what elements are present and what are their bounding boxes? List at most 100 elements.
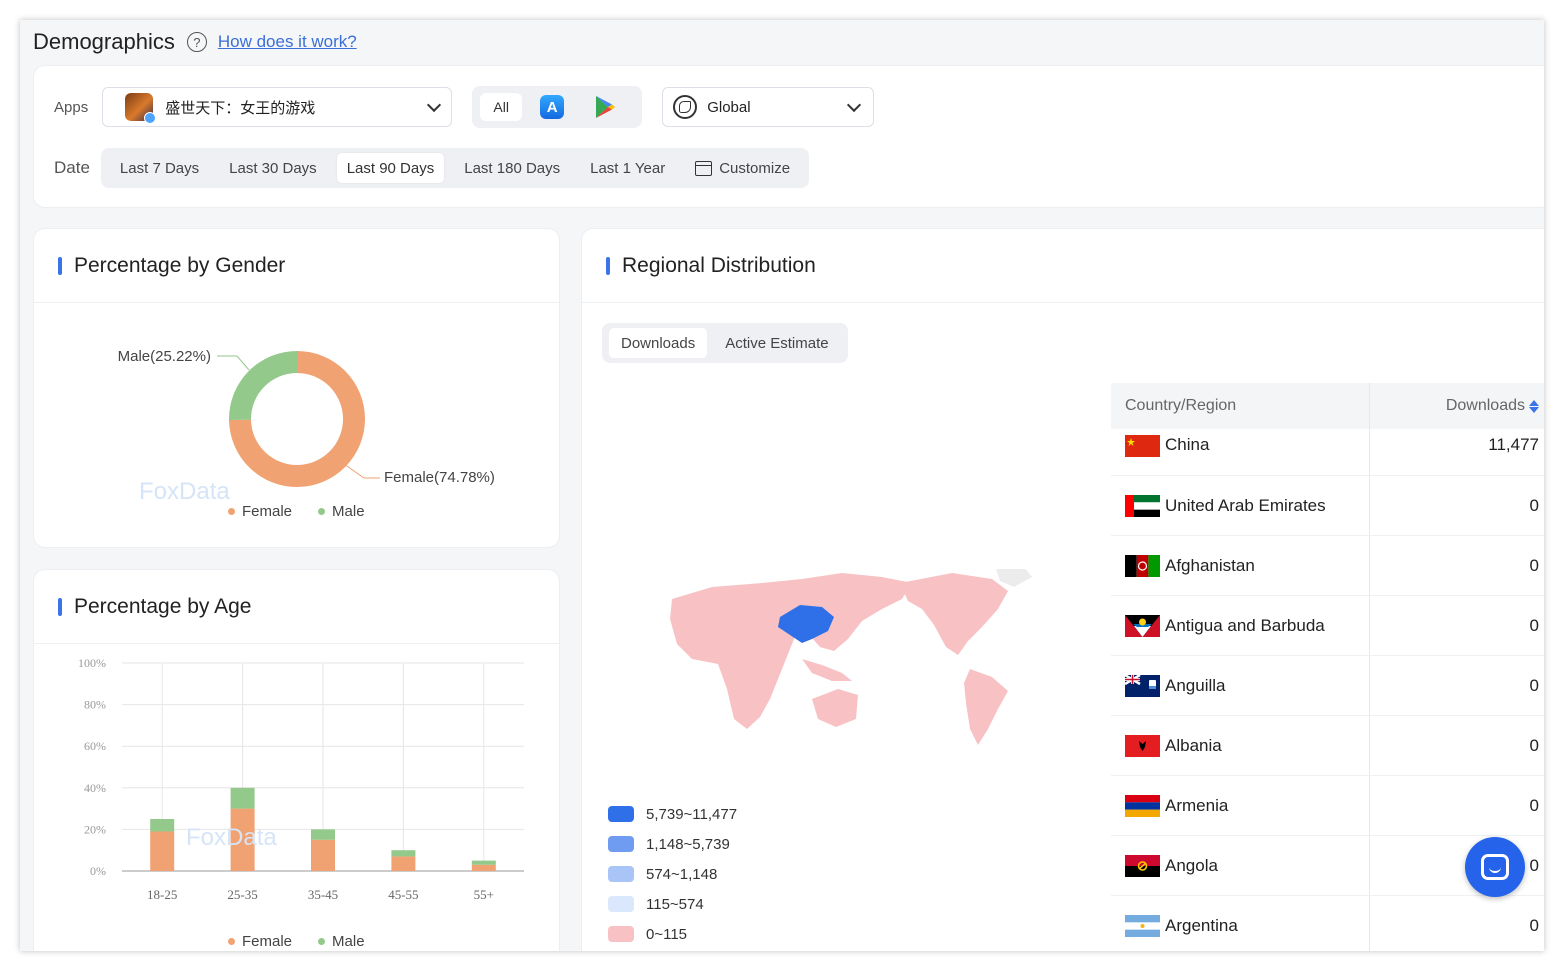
- gender-title: Percentage by Gender: [74, 253, 286, 277]
- region-tabs: Downloads Active Estimate: [602, 323, 848, 363]
- column-country: Country/Region: [1111, 383, 1370, 429]
- bar-female-55+[interactable]: [471, 864, 496, 871]
- date-last-180-days[interactable]: Last 180 Days: [454, 153, 570, 183]
- map-europe-africa[interactable]: [670, 579, 822, 729]
- bar-male-55+[interactable]: [471, 860, 496, 865]
- scale-label: 0~115: [646, 925, 688, 943]
- downloads-cell: 0: [1529, 555, 1539, 575]
- scale-label: 115~574: [646, 895, 704, 913]
- table-row[interactable]: China 11,477: [1111, 429, 1544, 476]
- y-tick-label: 80%: [84, 698, 106, 712]
- donut-group: [229, 351, 366, 487]
- bar-female-35-45[interactable]: [311, 839, 335, 871]
- x-tick-label: 45-55: [388, 887, 418, 902]
- scale-row: 115~574: [608, 889, 737, 919]
- country-cell: China: [1111, 429, 1370, 475]
- legend-male-dot: [318, 508, 326, 515]
- date-last-90-days[interactable]: Last 90 Days: [336, 153, 445, 183]
- chevron-down-icon: [847, 97, 862, 112]
- page-title: Demographics: [33, 29, 175, 54]
- x-tick-label: 25-35: [227, 887, 257, 902]
- age-card-header: Percentage by Age: [34, 570, 559, 644]
- legend-male-label[interactable]: Male: [332, 933, 365, 950]
- ios-badge-icon: [144, 112, 157, 124]
- table-row[interactable]: Afghanistan 0: [1111, 536, 1544, 596]
- table-row[interactable]: Anguilla 0: [1111, 656, 1544, 716]
- donut-slice-male[interactable]: [229, 351, 297, 420]
- date-label: Date: [54, 158, 90, 177]
- y-tick-label: 40%: [84, 781, 106, 795]
- map-south-america[interactable]: [964, 669, 1008, 745]
- bar-female-18-25[interactable]: [150, 831, 175, 871]
- legend-female-label[interactable]: Female: [242, 503, 292, 520]
- date-last-7-days[interactable]: Last 7 Days: [110, 153, 209, 183]
- column-downloads[interactable]: Downloads: [1370, 397, 1544, 415]
- accent-bar: [58, 597, 62, 616]
- scale-row: 1,148~5,739: [608, 829, 737, 859]
- app-store-icon[interactable]: A: [540, 95, 565, 119]
- tab-downloads[interactable]: Downloads: [609, 328, 708, 358]
- app-select[interactable]: 盛世天下：女王的游戏: [102, 87, 453, 127]
- table-row[interactable]: Antigua and Barbuda 0: [1111, 596, 1544, 656]
- question-circle-icon[interactable]: ?: [186, 32, 207, 52]
- world-map[interactable]: [652, 569, 1052, 769]
- google-play-icon[interactable]: [594, 95, 616, 119]
- chat-icon: [1481, 854, 1509, 880]
- female-label-leader: [343, 463, 380, 479]
- legend-male-label[interactable]: Male: [332, 503, 365, 520]
- date-last-30-days[interactable]: Last 30 Days: [219, 153, 327, 183]
- legend-female-label[interactable]: Female: [242, 933, 292, 950]
- table-row[interactable]: Albania 0: [1111, 716, 1544, 776]
- app-name: 盛世天下：女王的游戏: [165, 99, 316, 117]
- female-slice-label: Female(74.78%): [384, 469, 495, 486]
- bar-male-25-35[interactable]: [230, 787, 255, 809]
- argentina-flag-icon: [1125, 914, 1160, 937]
- date-last-1-year[interactable]: Last 1 Year: [580, 153, 675, 183]
- chat-button[interactable]: [1465, 837, 1525, 897]
- scale-swatch: [608, 836, 634, 852]
- tab-active-estimate[interactable]: Active Estimate: [713, 328, 840, 358]
- accent-bar: [606, 256, 610, 275]
- customize-date-button[interactable]: Customize: [685, 153, 800, 183]
- country-name: Antigua and Barbuda: [1165, 615, 1325, 635]
- age-card: Percentage by Age 0% 20% 40% 60% 80% 100% 18-2…: [33, 569, 560, 951]
- store-filter: All A: [472, 86, 643, 128]
- bar-male-18-25[interactable]: [150, 819, 175, 832]
- bar-male-45-55[interactable]: [391, 850, 416, 857]
- region-select[interactable]: Global: [662, 87, 875, 127]
- map-southeast-asia[interactable]: [802, 659, 852, 681]
- country-cell: Afghanistan: [1111, 536, 1370, 595]
- page-header: Demographics ? How does it work?: [20, 20, 1544, 64]
- scale-row: 574~1,148: [608, 859, 737, 889]
- downloads-cell: 0: [1529, 915, 1539, 935]
- y-tick-label: 20%: [84, 822, 106, 836]
- app-icon: [125, 93, 157, 124]
- age-title: Percentage by Age: [74, 594, 252, 618]
- albania-flag-icon: [1125, 734, 1160, 757]
- map-north-america[interactable]: [900, 573, 1008, 655]
- map-australia[interactable]: [812, 689, 858, 727]
- map-greenland[interactable]: [996, 569, 1032, 587]
- apps-label: Apps: [54, 98, 89, 116]
- app-frame: Demographics ? How does it work? Apps 盛世…: [20, 20, 1544, 951]
- anguilla-flag-icon: [1125, 674, 1160, 697]
- gender-card: Percentage by Gender Male(25.22%) Female…: [33, 228, 560, 548]
- table-row[interactable]: Armenia 0: [1111, 776, 1544, 836]
- watermark: FoxData: [139, 478, 230, 505]
- y-tick-label: 60%: [84, 739, 106, 753]
- table-header: Country/Region Downloads: [1111, 383, 1544, 429]
- table-row[interactable]: Argentina 0: [1111, 896, 1544, 951]
- china-flag-icon: [1125, 435, 1160, 457]
- downloads-cell: 0: [1529, 495, 1539, 515]
- store-all-button[interactable]: All: [480, 93, 523, 121]
- country-name: Armenia: [1165, 795, 1229, 815]
- how-does-it-work-link[interactable]: How does it work?: [218, 32, 357, 52]
- country-name: Afghanistan: [1165, 555, 1255, 575]
- scale-label: 5,739~11,477: [646, 805, 738, 823]
- scale-label: 574~1,148: [646, 865, 718, 883]
- sort-icon[interactable]: [1529, 399, 1539, 413]
- bar-female-45-55[interactable]: [391, 856, 416, 871]
- table-row[interactable]: United Arab Emirates 0: [1111, 476, 1544, 536]
- country-name: Angola: [1165, 855, 1218, 875]
- bar-male-35-45[interactable]: [311, 829, 335, 840]
